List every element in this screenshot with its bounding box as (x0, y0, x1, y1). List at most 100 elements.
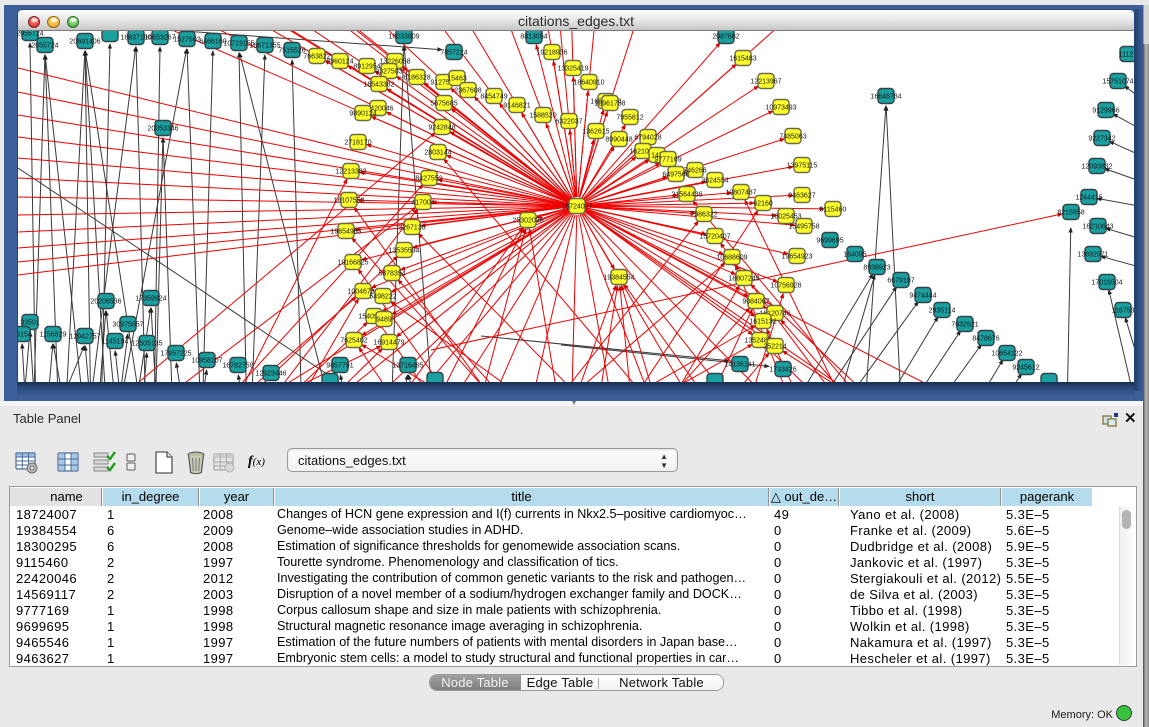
svg-text:8186328: 8186328 (403, 75, 430, 82)
svg-text:16648784: 16648784 (870, 94, 901, 101)
svg-text:164095: 164095 (843, 252, 866, 259)
svg-text:12942757: 12942757 (69, 334, 100, 341)
svg-text:7625402: 7625402 (340, 338, 367, 345)
svg-text:14136141: 14136141 (724, 362, 755, 369)
svg-text:2718170: 2718170 (344, 140, 371, 147)
svg-text:17957225: 17957225 (160, 351, 191, 358)
svg-text:9084067: 9084067 (742, 299, 769, 306)
svg-text:8813054: 8813054 (520, 34, 547, 41)
svg-text:12093832: 12093832 (1081, 164, 1112, 171)
svg-text:2087682: 2087682 (712, 34, 739, 41)
svg-text:16914479: 16914479 (373, 340, 404, 347)
svg-text:7515526: 7515526 (278, 48, 305, 55)
svg-text:7485063: 7485063 (779, 134, 806, 141)
svg-text:5498222: 5498222 (369, 294, 396, 301)
svg-text:9489: 9489 (376, 317, 392, 324)
svg-text:15495758: 15495758 (788, 224, 819, 231)
svg-text:8990448: 8990448 (605, 137, 632, 144)
svg-text:8427552: 8427552 (415, 176, 442, 183)
svg-text:18807249: 18807249 (728, 276, 759, 283)
svg-text:7857224: 7857224 (440, 50, 467, 57)
svg-text:11121: 11121 (1119, 52, 1135, 59)
svg-text:9227342: 9227342 (1088, 136, 1115, 143)
svg-text:10973493: 10973493 (765, 105, 796, 112)
svg-text:16782759: 16782759 (222, 363, 253, 370)
svg-text:15463: 15463 (447, 76, 467, 83)
svg-text:13325419: 13325419 (557, 66, 588, 73)
svg-text:12213967: 12213967 (750, 79, 781, 86)
svg-text:18724007: 18724007 (561, 204, 592, 211)
svg-text:19166825: 19166825 (337, 260, 368, 267)
svg-text:1244415: 1244415 (1075, 195, 1102, 202)
svg-text:13692971: 13692971 (1077, 252, 1108, 259)
svg-text:1615483: 1615483 (729, 56, 756, 63)
svg-text:6322037: 6322037 (555, 119, 582, 126)
svg-text:1527602: 1527602 (173, 37, 200, 44)
svg-text:7955812: 7955812 (616, 115, 643, 122)
svg-text:39154: 39154 (18, 332, 32, 339)
svg-text:7632621: 7632621 (951, 322, 978, 329)
svg-text:10958107: 10958107 (191, 358, 222, 365)
svg-text:13716485: 13716485 (392, 363, 423, 370)
svg-text:8454749: 8454749 (480, 94, 507, 101)
svg-text:17359924: 17359924 (135, 296, 166, 303)
svg-text:9129966: 9129966 (1092, 108, 1119, 115)
svg-text:33501: 33501 (20, 320, 40, 327)
svg-text:417004: 417004 (411, 200, 434, 207)
svg-text:116753: 116753 (1112, 308, 1135, 315)
svg-text:19218936: 19218936 (536, 50, 567, 57)
svg-text:18640910: 18640910 (573, 80, 604, 87)
svg-text:9699695: 9699695 (816, 238, 843, 245)
svg-text:10961758: 10961758 (594, 101, 625, 108)
svg-text:1145194: 1145194 (102, 339, 129, 346)
svg-text:13535594: 13535594 (388, 248, 419, 255)
svg-text:252214: 252214 (763, 344, 786, 351)
svg-text:9242848: 9242848 (428, 125, 455, 132)
svg-text:16671355: 16671355 (249, 43, 280, 50)
svg-text:30975857: 30975857 (112, 322, 143, 329)
svg-text:6794028: 6794028 (634, 135, 661, 142)
svg-text:12923446: 12923446 (255, 371, 286, 378)
svg-text:9857791: 9857791 (326, 363, 353, 370)
svg-text:12505135: 12505135 (131, 341, 162, 348)
svg-text:20053346: 20053346 (147, 126, 178, 133)
svg-text:8215958: 8215958 (1057, 210, 1084, 217)
svg-text:6497568: 6497568 (662, 172, 689, 179)
svg-text:9245612: 9245612 (1012, 365, 1039, 372)
svg-text:1156829: 1156829 (40, 332, 67, 339)
svg-text:8478676: 8478676 (972, 336, 999, 343)
svg-text:3267130: 3267130 (398, 225, 425, 232)
svg-text:2055724: 2055724 (31, 43, 58, 50)
svg-text:1588520: 1588520 (529, 113, 556, 120)
svg-text:8938923: 8938923 (863, 265, 890, 272)
svg-text:9115460: 9115460 (820, 207, 847, 214)
svg-text:16543382: 16543382 (363, 82, 394, 89)
svg-text:62160: 62160 (753, 201, 773, 208)
svg-text:9463627: 9463627 (788, 193, 815, 200)
svg-text:12213383: 12213383 (335, 169, 366, 176)
svg-text:1362615: 1362615 (582, 129, 609, 136)
svg-text:2803144: 2803144 (424, 150, 451, 157)
svg-text:16033809: 16033809 (388, 34, 419, 41)
svg-text:19654923: 19654923 (781, 254, 812, 261)
svg-text:16210643: 16210643 (1082, 224, 1113, 231)
svg-text:20206536: 20206536 (90, 299, 121, 306)
svg-text:9146821: 9146821 (503, 103, 530, 110)
svg-text:7986322: 7986322 (690, 212, 717, 219)
svg-text:1615132: 1615132 (749, 319, 776, 326)
svg-text:3624554: 3624554 (701, 178, 728, 185)
svg-text:25302035: 25302035 (512, 218, 543, 225)
svg-text:2055724: 2055724 (18, 31, 44, 38)
svg-text:20691406: 20691406 (69, 39, 100, 46)
svg-text:9890124: 9890124 (349, 111, 376, 118)
svg-text:18107553: 18107553 (333, 198, 364, 205)
svg-text:21564436: 21564436 (671, 192, 702, 199)
svg-text:6679197: 6679197 (887, 278, 914, 285)
svg-text:2935114: 2935114 (929, 308, 956, 315)
svg-text:10807487: 10807487 (725, 190, 756, 197)
svg-text:13975115: 13975115 (787, 163, 818, 170)
svg-text:10653267: 10653267 (144, 35, 175, 42)
svg-text:2367608: 2367608 (454, 88, 481, 95)
svg-text:10654122: 10654122 (991, 351, 1022, 358)
svg-text:19384554: 19384554 (603, 275, 634, 282)
